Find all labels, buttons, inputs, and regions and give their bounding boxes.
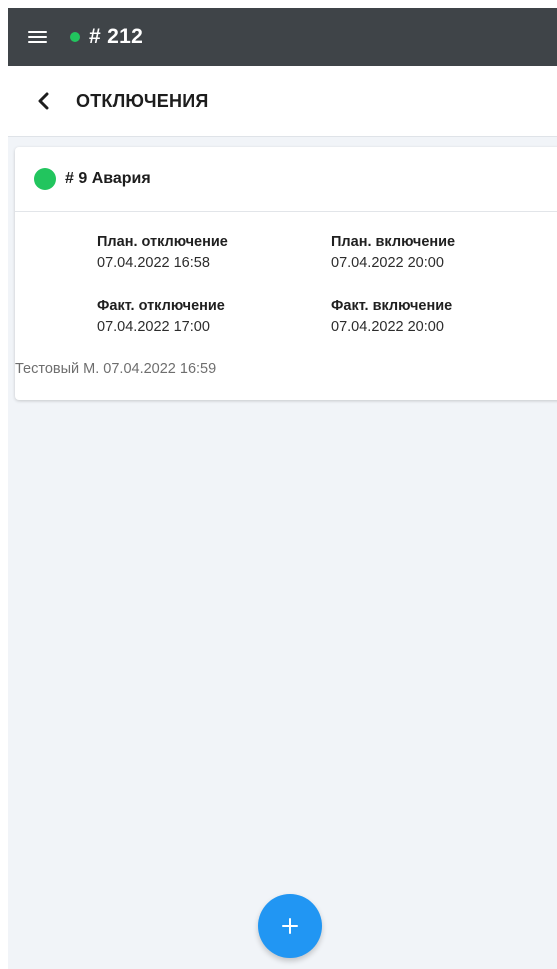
outage-card[interactable]: # 9 Авария План. отключение 07.04.2022 1… xyxy=(15,147,557,400)
add-outage-button[interactable] xyxy=(258,894,322,958)
hamburger-menu-icon[interactable] xyxy=(28,28,50,46)
plan-on-field: План. включение 07.04.2022 20:00 xyxy=(331,232,455,274)
outage-status-dot xyxy=(34,168,56,190)
fact-on-label: Факт. включение xyxy=(331,298,453,314)
plan-on-value: 07.04.2022 20:00 xyxy=(331,255,444,271)
top-app-bar: # 212 xyxy=(8,8,557,66)
fact-off-field: Факт. отключение 07.04.2022 17:00 xyxy=(97,296,225,338)
object-number-title: # 212 xyxy=(89,25,144,48)
fact-off-label: Факт. отключение xyxy=(97,298,225,314)
outage-author-timestamp: Тестовый М. 07.04.2022 16:59 xyxy=(15,361,217,377)
fact-off-value: 07.04.2022 17:00 xyxy=(97,319,210,335)
fact-on-field: Факт. включение 07.04.2022 20:00 xyxy=(331,296,452,338)
page-title: ОТКЛЮЧЕНИЯ xyxy=(76,90,209,111)
app-frame: # 212 ОТКЛЮЧЕНИЯ # 9 Авария План. отключ… xyxy=(8,8,557,969)
back-button[interactable] xyxy=(34,91,54,111)
outage-title: # 9 Авария xyxy=(65,170,151,187)
plus-icon xyxy=(282,918,298,934)
chevron-left-icon xyxy=(38,92,49,110)
plan-on-label: План. включение xyxy=(331,234,456,250)
outage-card-header: # 9 Авария xyxy=(15,147,557,212)
plan-off-label: План. отключение xyxy=(97,234,228,250)
fact-on-value: 07.04.2022 20:00 xyxy=(331,319,444,335)
plan-off-field: План. отключение 07.04.2022 16:58 xyxy=(97,232,228,274)
connection-status-dot xyxy=(70,32,80,42)
page-header: ОТКЛЮЧЕНИЯ xyxy=(8,66,557,137)
plan-off-value: 07.04.2022 16:58 xyxy=(97,255,210,271)
